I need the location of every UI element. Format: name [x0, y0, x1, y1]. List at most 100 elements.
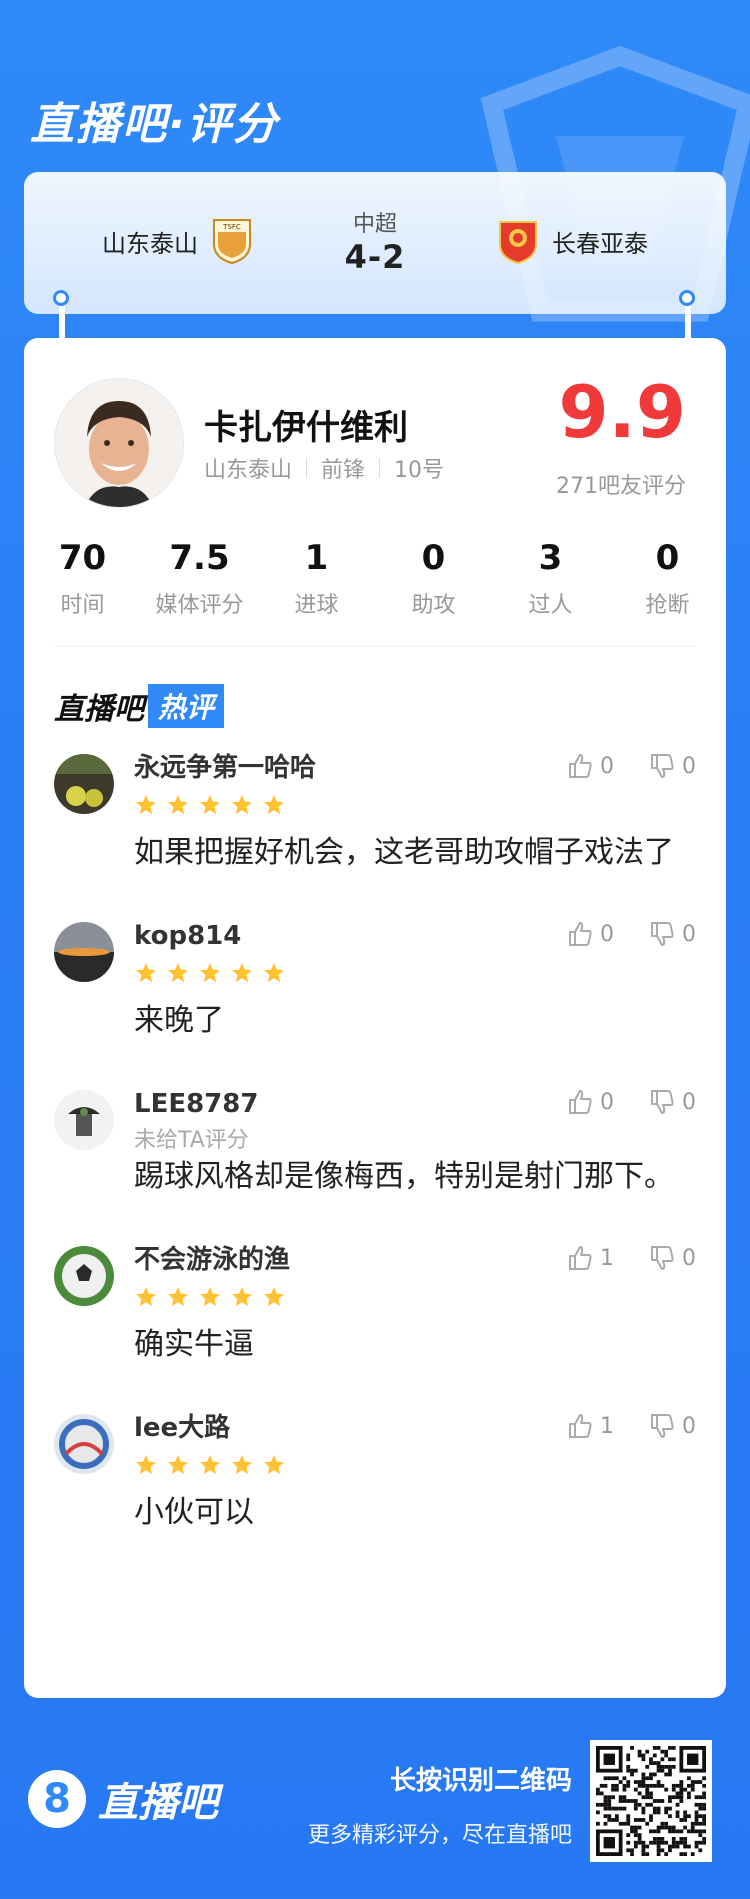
thumbs-down-icon [651, 754, 674, 778]
player-meta: 山东泰山 前锋 10号 [204, 452, 444, 484]
dislike-button[interactable]: 0 [648, 1088, 696, 1116]
stat-value: 0 [421, 538, 446, 578]
thumbs-up-icon [569, 754, 592, 778]
player-rating-card: 卡扎伊什维利 山东泰山 前锋 10号 9.9 271吧友评分 70 时间 7.5… [24, 338, 726, 1698]
comment-stars [134, 788, 696, 822]
cta-main: 长按识别二维码 [389, 1766, 572, 1796]
thumbs-up-icon [569, 1090, 592, 1114]
star-icon [200, 1287, 220, 1306]
comment-stars [134, 1448, 696, 1482]
stat-value: 70 [58, 538, 107, 578]
star-icon [136, 1455, 156, 1474]
stat-tackles: 0 抢断 [609, 538, 726, 619]
comment-text: 小伙可以 [134, 1495, 254, 1530]
star-icon [200, 963, 220, 982]
stat-dribbles: 3 过人 [492, 538, 609, 619]
star-icon [264, 1287, 284, 1306]
match-card: 山东泰山 TSFC 中超 4-2 长春亚泰 [24, 172, 726, 314]
player-team: 山东泰山 [204, 458, 293, 483]
like-count: 1 [600, 1413, 614, 1439]
star-icon [232, 1287, 252, 1306]
stat-media-rating: 7.5 媒体评分 [141, 538, 258, 619]
away-team-crest-icon [499, 221, 537, 264]
comment-votes: 0 0 [566, 920, 696, 948]
left-connector-dot-top [53, 290, 69, 306]
stat-label: 过人 [528, 592, 573, 618]
comment-avatar[interactable] [54, 1414, 114, 1474]
stat-label: 媒体评分 [155, 592, 244, 618]
comment-votes: 1 0 [566, 1412, 696, 1440]
star-icon [232, 1455, 252, 1474]
comment-item: lee大路 小伙可以 1 0 [24, 1408, 726, 1554]
stat-label: 进球 [294, 592, 339, 618]
like-button[interactable]: 1 [566, 1412, 614, 1440]
comment-votes: 1 0 [566, 1244, 696, 1272]
dislike-count: 0 [682, 1089, 696, 1115]
comment-avatar[interactable] [54, 922, 114, 982]
rating-count: 271吧友评分 [556, 474, 686, 499]
player-position: 前锋 [321, 458, 366, 483]
brand-title: 直播吧·评分 [30, 99, 279, 150]
meta-divider [379, 458, 381, 478]
like-button[interactable]: 0 [566, 1088, 614, 1116]
comment-item: 永远争第一哈哈 如果把握好机会，这老哥助攻帽子戏法了 0 0 [24, 748, 726, 894]
stat-label: 抢断 [645, 592, 690, 618]
footer-cta: 长按识别二维码 更多精彩评分，尽在直播吧 [308, 1760, 572, 1849]
star-icon [168, 1287, 188, 1306]
comment-item: kop814 来晚了 0 0 [24, 916, 726, 1062]
comment-stars [134, 1280, 696, 1314]
hot-brand: 直播吧 [54, 692, 144, 727]
like-button[interactable]: 1 [566, 1244, 614, 1272]
dislike-button[interactable]: 0 [648, 920, 696, 948]
like-button[interactable]: 0 [566, 752, 614, 780]
logo-mark: 8 [28, 1770, 86, 1828]
dislike-button[interactable]: 0 [648, 1244, 696, 1272]
comment-avatar[interactable] [54, 1090, 114, 1150]
thumbs-down-icon [651, 922, 674, 946]
like-count: 0 [600, 753, 614, 779]
star-icon [200, 1455, 220, 1474]
star-icon [232, 963, 252, 982]
qr-code-icon [596, 1746, 706, 1856]
dislike-count: 0 [682, 921, 696, 947]
stat-value: 1 [304, 538, 329, 578]
logo-text: 直播吧 [98, 1780, 218, 1826]
qr-code[interactable] [590, 1740, 712, 1862]
player-rating: 9.9 [558, 370, 686, 454]
cta-sub: 更多精彩评分，尽在直播吧 [307, 1823, 572, 1848]
no-rating-note: 未给TA评分 [134, 1128, 249, 1153]
dislike-button[interactable]: 0 [648, 752, 696, 780]
comment-avatar[interactable] [54, 1246, 114, 1306]
like-button[interactable]: 0 [566, 920, 614, 948]
player-name: 卡扎伊什维利 [204, 408, 408, 448]
meta-divider [306, 458, 308, 478]
star-icon [264, 1455, 284, 1474]
away-team-name: 长春亚泰 [552, 229, 648, 258]
star-icon [136, 963, 156, 982]
section-divider [54, 646, 696, 647]
star-icon [168, 963, 188, 982]
like-count: 1 [600, 1245, 614, 1271]
star-icon [232, 795, 252, 814]
stat-value: 7.5 [169, 538, 230, 578]
comment-item: 不会游泳的渔 确实牛逼 1 0 [24, 1240, 726, 1386]
comment-avatar[interactable] [54, 754, 114, 814]
dislike-count: 0 [682, 1413, 696, 1439]
hot-tag: 热评 [148, 684, 225, 728]
comment-votes: 0 0 [566, 1088, 696, 1116]
star-icon [168, 1455, 188, 1474]
stat-minutes: 70 时间 [24, 538, 141, 619]
comment-item: LEE8787 未给TA评分 踢球风格却是像梅西，特别是射门那下。 0 0 [24, 1084, 726, 1218]
thumbs-down-icon [651, 1414, 674, 1438]
player-stats: 70 时间 7.5 媒体评分 1 进球 0 助攻 3 过人 0 抢断 [24, 538, 726, 619]
footer-logo: 8 直播吧 [28, 1770, 218, 1828]
thumbs-up-icon [569, 922, 592, 946]
away-team: 长春亚泰 [498, 218, 648, 264]
thumbs-down-icon [651, 1090, 674, 1114]
comment-votes: 0 0 [566, 752, 696, 780]
thumbs-up-icon [569, 1246, 592, 1270]
star-icon [264, 795, 284, 814]
dislike-button[interactable]: 0 [648, 1412, 696, 1440]
dislike-count: 0 [682, 753, 696, 779]
comment-text: 确实牛逼 [134, 1327, 254, 1362]
